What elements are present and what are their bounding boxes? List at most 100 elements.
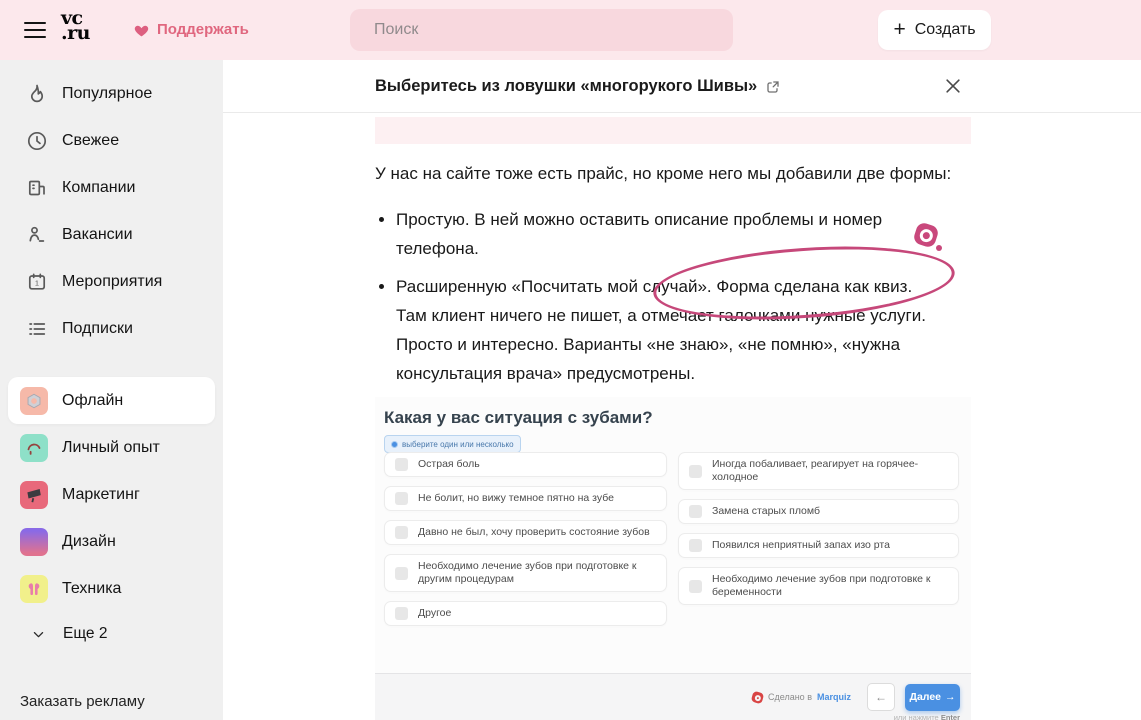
quiz-back-button[interactable]: ← <box>867 683 895 711</box>
quiz-option[interactable]: Не болит, но вижу темное пятно на зубе <box>384 486 667 511</box>
marquiz-brand: Marquiz <box>816 692 851 702</box>
person-icon <box>29 226 45 242</box>
sidebar-item-design[interactable]: Дизайн <box>0 518 223 565</box>
checkbox[interactable] <box>689 505 702 518</box>
embed-block-partial <box>375 117 971 144</box>
support-label: Поддержать <box>157 21 249 38</box>
order-ads-link[interactable]: Заказать рекламу <box>20 693 145 710</box>
article-paragraph: У нас на сайте тоже есть прайс, но кроме… <box>375 164 952 183</box>
quiz-option[interactable]: Необходимо лечение зубов при подготовке … <box>678 567 959 605</box>
article-title: Выберитесь из ловушки «многорукого Шивы» <box>375 77 758 95</box>
article-modal: Выберитесь из ловушки «многорукого Шивы»… <box>223 60 1141 720</box>
billboard-icon <box>20 480 48 509</box>
made-in-label: Сделано в <box>768 692 812 702</box>
logo-line-bottom: .ru <box>61 22 90 44</box>
checkbox[interactable] <box>395 607 408 620</box>
sidebar-item-fresh[interactable]: Свежее <box>0 117 223 164</box>
calendar-icon: 1 <box>28 273 46 290</box>
close-icon[interactable] <box>942 75 964 97</box>
arrow-right-icon: → <box>945 691 956 703</box>
sidebar-item-personal-experience[interactable]: Личный опыт <box>0 424 223 471</box>
article-bullet: Расширенную «Посчитать мой случай». Форм… <box>396 272 937 388</box>
quiz-option[interactable]: Замена старых пломб <box>678 499 959 524</box>
quiz-next-label: Далее <box>909 691 942 703</box>
plus-icon: + <box>893 17 906 41</box>
info-dot-icon <box>391 440 398 448</box>
quiz-option-label: Необходимо лечение зубов при подготовке … <box>418 560 637 585</box>
hamburger-menu-icon[interactable] <box>24 19 46 41</box>
svg-text:1: 1 <box>35 278 39 287</box>
sidebar-item-label: Офлайн <box>62 391 124 409</box>
sidebar-more-label: Еще 2 <box>63 625 108 642</box>
quiz-option[interactable]: Острая боль <box>384 452 667 477</box>
sidebar-item-label: Вакансии <box>62 225 133 243</box>
quiz-options-column-left: Острая боль Не болит, но вижу темное пят… <box>384 452 667 626</box>
quiz-embed: Какая у вас ситуация с зубами? выберите … <box>375 397 971 720</box>
quiz-hint-label: выберите один или несколько <box>402 439 514 449</box>
sidebar-item-jobs[interactable]: Вакансии <box>0 211 223 258</box>
quiz-options-column-right: Иногда побаливает, реагирует на горячее-… <box>678 452 959 605</box>
sidebar-item-label: Мероприятия <box>62 272 163 290</box>
external-link-icon[interactable] <box>766 80 780 94</box>
marquiz-credit-link[interactable]: Сделано в Marquiz <box>750 690 851 704</box>
modal-header: Выберитесь из ловушки «многорукого Шивы» <box>223 60 1141 113</box>
quiz-option-label: Другое <box>418 607 452 619</box>
sidebar-item-label: Свежее <box>62 131 120 149</box>
clock-icon <box>27 131 47 150</box>
nut-icon <box>20 386 48 415</box>
quiz-option-label: Появился неприятный запах изо рта <box>712 539 890 551</box>
chevron-down-icon <box>33 631 44 637</box>
quiz-option[interactable]: Появился неприятный запах изо рта <box>678 533 959 558</box>
list-icon <box>29 322 46 335</box>
sidebar-item-marketing[interactable]: Маркетинг <box>0 471 223 518</box>
sidebar-item-popular[interactable]: Популярное <box>0 70 223 117</box>
quiz-option[interactable]: Иногда побаливает, реагирует на горячее-… <box>678 452 959 490</box>
order-ads-label: Заказать рекламу <box>20 693 145 710</box>
annotation-marker-icon[interactable] <box>912 221 942 251</box>
search-input[interactable] <box>350 9 733 51</box>
checkbox[interactable] <box>395 566 408 580</box>
checkbox[interactable] <box>395 492 408 505</box>
quiz-option[interactable]: Другое <box>384 601 667 626</box>
quiz-option-label: Не болит, но вижу темное пятно на зубе <box>418 492 614 504</box>
enter-hint: или нажмите Enter <box>894 713 960 720</box>
checkbox[interactable] <box>395 458 408 471</box>
quiz-footer: Сделано в Marquiz ← Далее → или нажмите … <box>375 673 971 720</box>
checkbox[interactable] <box>689 579 702 593</box>
sidebar-item-label: Маркетинг <box>62 485 140 503</box>
quiz-option-label: Давно не был, хочу проверить состояние з… <box>418 526 650 538</box>
sidebar-item-tech[interactable]: Техника <box>0 565 223 612</box>
sidebar-item-subscriptions[interactable]: Подписки <box>0 305 223 352</box>
vcru-logo[interactable]: vc .ru <box>61 9 90 44</box>
quiz-option[interactable]: Давно не был, хочу проверить состояние з… <box>384 520 667 545</box>
sidebar-item-offline[interactable]: Офлайн <box>8 377 215 424</box>
sidebar-item-label: Подписки <box>62 319 133 337</box>
article-body: У нас на сайте тоже есть прайс, но кроме… <box>375 159 975 397</box>
sidebar-item-label: Популярное <box>62 84 153 102</box>
enter-hint-key: Enter <box>940 713 960 720</box>
quiz-option-label: Замена старых пломб <box>712 505 821 517</box>
quiz-option-label: Острая боль <box>418 458 480 470</box>
sidebar-item-events[interactable]: 1 Мероприятия <box>0 258 223 305</box>
support-link[interactable]: Поддержать <box>133 21 249 38</box>
sidebar-item-companies[interactable]: Компании <box>0 164 223 211</box>
quiz-option-label: Необходимо лечение зубов при подготовке … <box>712 573 931 598</box>
quiz-option-label: Иногда побаливает, реагирует на горячее-… <box>712 458 919 483</box>
building-icon <box>28 180 45 195</box>
sidebar-item-label: Личный опыт <box>62 438 160 456</box>
gradient-icon <box>20 527 48 556</box>
quiz-hint-badge: выберите один или несколько <box>384 435 521 453</box>
arrow-left-icon: ← <box>875 690 887 704</box>
flame-icon <box>30 84 44 102</box>
checkbox[interactable] <box>689 464 702 478</box>
quiz-question: Какая у вас ситуация с зубами? <box>384 408 653 427</box>
quiz-next-button[interactable]: Далее → <box>905 683 960 711</box>
sidebar-item-label: Техника <box>62 579 122 597</box>
checkbox[interactable] <box>689 539 702 552</box>
create-button[interactable]: + Создать <box>878 10 991 50</box>
sidebar-more-toggle[interactable]: Еще 2 <box>0 612 223 656</box>
sidebar-item-label: Компании <box>62 178 136 196</box>
checkbox[interactable] <box>395 526 408 539</box>
quiz-option[interactable]: Необходимо лечение зубов при подготовке … <box>384 554 667 592</box>
enter-hint-prefix: или нажмите <box>893 713 939 720</box>
